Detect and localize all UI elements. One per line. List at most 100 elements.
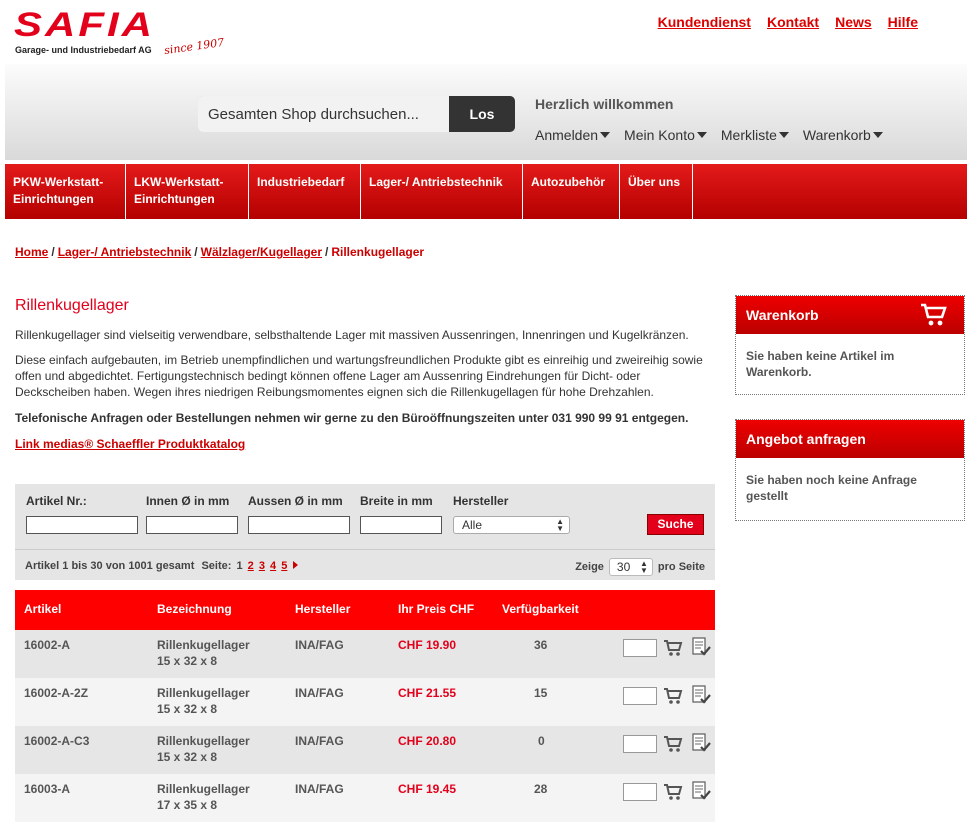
- link-kundendienst[interactable]: Kundendienst: [658, 14, 751, 30]
- nav-pkw-werkstatt[interactable]: PKW-Werkstatt- Einrichtungen: [5, 164, 126, 219]
- chevron-down-icon: [696, 132, 707, 138]
- page-2[interactable]: 2: [248, 560, 254, 572]
- row-stock: 36: [534, 638, 548, 652]
- row-article: 16002-A: [24, 638, 71, 652]
- shopping-cart-icon: [921, 303, 947, 326]
- quantity-input[interactable]: [623, 639, 657, 657]
- nav-lager-antriebstechnik[interactable]: Lager-/ Antriebstechnik: [361, 164, 523, 219]
- row-price: CHF 19.90: [398, 638, 457, 652]
- table-row: 16002-A-2Z Rillenkugellager 15 x 32 x 8 I…: [15, 678, 715, 726]
- product-filter: Artikel Nr.: Innen Ø in mm Aussen Ø in m…: [15, 484, 715, 580]
- filter-label-inner: Innen Ø in mm: [146, 494, 230, 508]
- filter-divider: [15, 549, 715, 550]
- quote-box-header[interactable]: Angebot anfragen: [736, 420, 964, 458]
- quantity-input[interactable]: [623, 735, 657, 753]
- chevron-down-icon: [872, 132, 883, 138]
- filter-label-article: Artikel Nr.:: [26, 494, 87, 508]
- phone-notice: Telefonische Anfragen oder Bestellungen …: [15, 411, 689, 425]
- menu-mein-konto[interactable]: Mein Konto: [624, 127, 707, 143]
- width-input[interactable]: [360, 516, 442, 534]
- breadcrumb-waelzlager[interactable]: Wälzlager/Kugellager: [201, 245, 322, 259]
- nav-ueber-uns[interactable]: Über uns: [620, 164, 693, 219]
- menu-merkliste[interactable]: Merkliste: [721, 127, 789, 143]
- add-to-wishlist-icon[interactable]: [690, 732, 712, 754]
- filter-label-width: Breite in mm: [360, 494, 433, 508]
- row-dims: 17 x 35 x 8: [157, 798, 218, 812]
- cart-box-header[interactable]: Warenkorb: [736, 296, 964, 334]
- cart-box-title: Warenkorb: [746, 307, 819, 323]
- page-title: Rillenkugellager: [15, 297, 129, 314]
- link-news[interactable]: News: [835, 14, 872, 30]
- nav-autozubehoer[interactable]: Autozubehör: [523, 164, 620, 219]
- page-1: 1: [236, 560, 243, 572]
- welcome-text: Herzlich willkommen: [535, 96, 674, 112]
- add-to-wishlist-icon[interactable]: [690, 780, 712, 802]
- link-kontakt[interactable]: Kontakt: [767, 14, 819, 30]
- breadcrumb-separator: /: [325, 245, 329, 259]
- intro-paragraph-1: Rillenkugellager sind vielseitig verwend…: [15, 328, 689, 342]
- row-dims: 15 x 32 x 8: [157, 654, 218, 668]
- breadcrumb-separator: /: [51, 245, 55, 259]
- add-to-cart-icon[interactable]: [663, 639, 683, 657]
- account-menu: Anmelden Mein Konto Merkliste Warenkorb: [535, 127, 883, 143]
- link-hilfe[interactable]: Hilfe: [888, 14, 918, 30]
- row-name: Rillenkugellager 15 x 32 x 8: [157, 637, 250, 669]
- filter-search-button[interactable]: Suche: [647, 514, 704, 535]
- breadcrumb-home[interactable]: Home: [15, 245, 48, 259]
- catalog-link[interactable]: Link medias® Schaeffler Produktkatalog: [15, 437, 245, 451]
- nav-lkw-werkstatt[interactable]: LKW-Werkstatt- Einrichtungen: [126, 164, 249, 219]
- main-nav: PKW-Werkstatt- Einrichtungen LKW-Werksta…: [5, 164, 967, 219]
- safia-logo[interactable]: SAFIA Garage- und Industriebedarf AG sin…: [14, 7, 234, 62]
- quote-box-text: Sie haben noch keine Anfrage gestellt: [746, 473, 917, 503]
- filter-label-maker: Hersteller: [453, 494, 509, 508]
- paging-label: Seite:: [201, 560, 232, 572]
- row-price: CHF 19.45: [398, 782, 457, 796]
- add-to-cart-icon[interactable]: [663, 687, 683, 705]
- table-row: 16003-A Rillenkugellager 17 x 35 x 8 INA/…: [15, 774, 715, 822]
- table-row: 16002-A-C3 Rillenkugellager 15 x 32 x 8 I…: [15, 726, 715, 774]
- chevron-down-icon: [600, 132, 611, 138]
- article-number-input[interactable]: [26, 516, 138, 534]
- chevron-down-icon: [778, 132, 789, 138]
- outer-diameter-input[interactable]: [248, 516, 350, 534]
- manufacturer-select[interactable]: Alle ▲ ▼: [453, 516, 570, 534]
- add-to-wishlist-icon[interactable]: [690, 636, 712, 658]
- breadcrumb-current: Rillenkugellager: [331, 245, 425, 259]
- row-article: 16003-A: [24, 782, 71, 796]
- row-price: CHF 21.55: [398, 686, 457, 700]
- top-bar: SAFIA Garage- und Industriebedarf AG sin…: [0, 0, 972, 64]
- header-band: Los Herzlich willkommen Anmelden Mein Ko…: [5, 64, 967, 160]
- row-article: 16002-A-2Z: [24, 686, 89, 700]
- inner-diameter-input[interactable]: [146, 516, 238, 534]
- add-to-cart-icon[interactable]: [663, 735, 683, 753]
- breadcrumb: Home / Lager-/ Antriebstechnik / Wälzlager/K…: [15, 245, 424, 259]
- cart-box: Warenkorb Sie haben keine Artikel im War…: [735, 295, 965, 395]
- row-dims: 15 x 32 x 8: [157, 702, 218, 716]
- next-page-icon[interactable]: [293, 561, 299, 569]
- table-row: 16002-A Rillenkugellager 15 x 32 x 8 INA/…: [15, 630, 715, 678]
- menu-warenkorb[interactable]: Warenkorb: [803, 127, 883, 143]
- quantity-input[interactable]: [623, 783, 657, 801]
- table-header: Artikel Bezeichnung Hersteller Ihr Preis…: [15, 590, 715, 630]
- row-name-text: Rillenkugellager: [157, 782, 250, 796]
- menu-anmelden[interactable]: Anmelden: [535, 127, 611, 143]
- select-arrows-icon: ▲ ▼: [640, 559, 648, 575]
- nav-industriebedarf[interactable]: Industriebedarf: [249, 164, 361, 219]
- page-4[interactable]: 4: [270, 560, 276, 572]
- quantity-input[interactable]: [623, 687, 657, 705]
- page-5[interactable]: 5: [281, 560, 287, 572]
- row-maker: INA/FAG: [295, 734, 344, 748]
- search-input[interactable]: [198, 96, 449, 132]
- add-to-cart-icon[interactable]: [663, 783, 683, 801]
- per-page-select[interactable]: 30 ▲ ▼: [608, 558, 653, 576]
- row-name-text: Rillenkugellager: [157, 734, 250, 748]
- search-button[interactable]: Los: [449, 96, 515, 132]
- manufacturer-select-value: Alle: [462, 518, 483, 532]
- row-maker: INA/FAG: [295, 686, 344, 700]
- breadcrumb-lager[interactable]: Lager-/ Antriebstechnik: [58, 245, 192, 259]
- row-stock: 0: [538, 734, 545, 748]
- menu-mein-konto-label: Mein Konto: [624, 127, 695, 143]
- add-to-wishlist-icon[interactable]: [690, 684, 712, 706]
- col-price: Ihr Preis CHF: [398, 602, 475, 616]
- page-3[interactable]: 3: [259, 560, 265, 572]
